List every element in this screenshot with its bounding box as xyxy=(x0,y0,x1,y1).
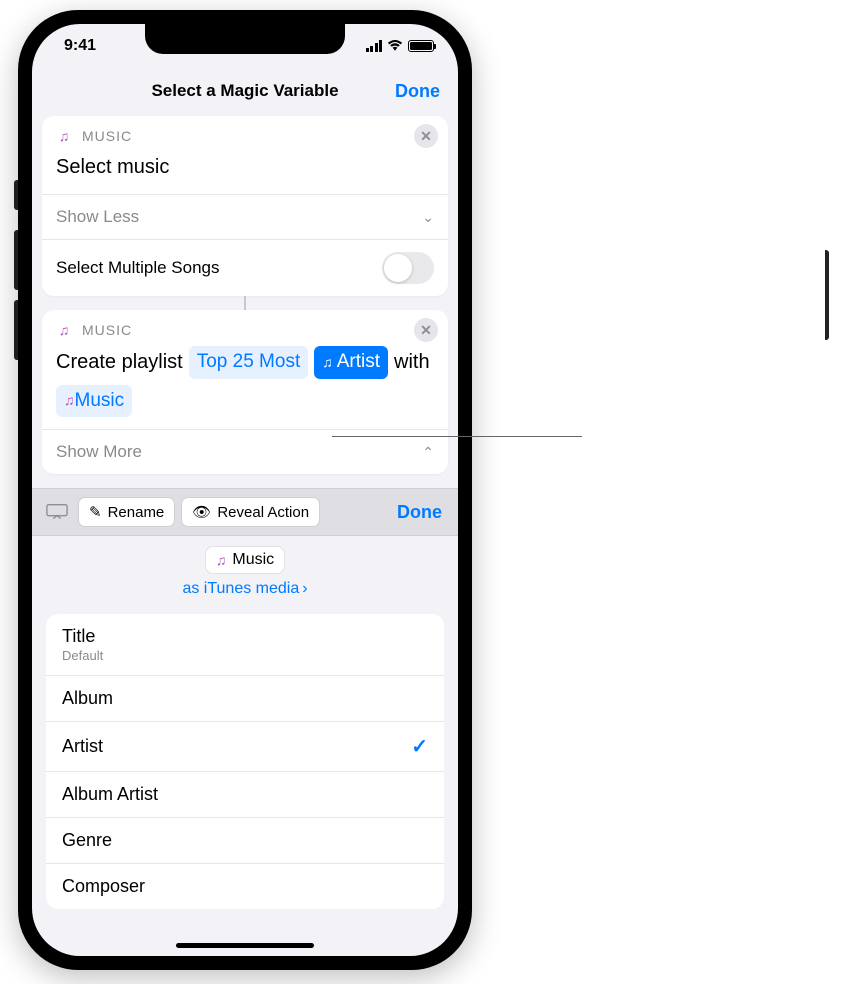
property-row[interactable]: Artist ✓ xyxy=(46,722,444,772)
variable-property-token[interactable]: ♫ Artist xyxy=(314,346,388,379)
keyboard-dismiss-button[interactable] xyxy=(42,497,72,527)
select-multiple-toggle[interactable] xyxy=(382,252,434,284)
rename-label: Rename xyxy=(108,504,165,521)
chevron-right-icon: › xyxy=(302,580,307,598)
nav-header: Select a Magic Variable Done xyxy=(32,68,458,114)
music-app-icon: ♫ xyxy=(54,320,74,340)
property-label: Genre xyxy=(62,830,112,851)
close-icon[interactable]: ✕ xyxy=(414,318,438,342)
variable-chip[interactable]: ♫ Music xyxy=(205,546,285,574)
property-label: Title xyxy=(62,626,103,647)
property-label: Artist xyxy=(62,736,103,757)
property-label: Album xyxy=(62,688,113,709)
checkmark-icon: ✓ xyxy=(411,734,428,759)
music-variable-token[interactable]: ♫ Music xyxy=(56,385,132,418)
property-label: Album Artist xyxy=(62,784,158,805)
variable-property-label: Artist xyxy=(337,348,380,377)
action-app-label: MUSIC xyxy=(82,128,132,144)
reveal-action-button[interactable]: 👁 Reveal Action xyxy=(181,497,320,527)
chevron-up-icon: ⌃ xyxy=(422,444,434,461)
callout-line xyxy=(332,436,582,437)
select-multiple-row: Select Multiple Songs xyxy=(42,239,448,296)
property-list: TitleDefault Album Artist ✓ Album Artist Genr… xyxy=(46,614,444,909)
property-label: Composer xyxy=(62,876,145,897)
close-icon[interactable]: ✕ xyxy=(414,124,438,148)
property-sublabel: Default xyxy=(62,648,103,663)
variable-info: ♫ Music as iTunes media › xyxy=(42,536,448,606)
screen: 9:41 Select a Magic Variable Done ♫ MUSI… xyxy=(32,24,458,956)
music-note-icon: ♫ xyxy=(64,390,75,411)
toolbar-done-button[interactable]: Done xyxy=(391,502,448,523)
action-title: Create playlist Top 25 Most ♫ Artist wit… xyxy=(42,344,448,429)
property-row[interactable]: Album Artist xyxy=(46,772,444,818)
action-middle: with xyxy=(394,347,430,377)
action-title: Select music xyxy=(42,150,448,194)
wifi-icon xyxy=(387,40,403,52)
music-note-icon: ♫ xyxy=(216,552,227,568)
music-variable-label: Music xyxy=(75,387,125,416)
nav-done-button[interactable]: Done xyxy=(395,81,440,102)
reveal-label: Reveal Action xyxy=(217,504,309,521)
eye-icon: 👁 xyxy=(192,503,211,521)
status-time: 9:41 xyxy=(64,37,96,55)
property-row[interactable]: Genre xyxy=(46,818,444,864)
playlist-name-token[interactable]: Top 25 Most xyxy=(189,346,309,379)
variable-name: Music xyxy=(232,551,274,569)
property-row[interactable]: TitleDefault xyxy=(46,614,444,676)
show-less-button[interactable]: Show Less ⌄ xyxy=(42,194,448,239)
notch xyxy=(145,24,345,54)
property-row[interactable]: Composer xyxy=(46,864,444,909)
action-prefix: Create playlist xyxy=(56,347,183,377)
cellular-icon xyxy=(366,40,383,52)
keyboard-toolbar: ✎ Rename 👁 Reveal Action Done xyxy=(32,488,458,536)
music-app-icon: ♫ xyxy=(54,126,74,146)
action-card-select-music: ♫ MUSIC ✕ Select music Show Less ⌄ Selec… xyxy=(42,116,448,296)
nav-title: Select a Magic Variable xyxy=(151,81,338,101)
chevron-down-icon: ⌄ xyxy=(422,209,434,226)
action-card-create-playlist: ♫ MUSIC ✕ Create playlist Top 25 Most ♫ … xyxy=(42,310,448,474)
select-multiple-label: Select Multiple Songs xyxy=(56,258,219,278)
battery-icon xyxy=(408,40,434,52)
variable-type-label: as iTunes media xyxy=(182,580,299,598)
property-row[interactable]: Album xyxy=(46,676,444,722)
variable-type-button[interactable]: as iTunes media › xyxy=(182,580,307,598)
home-indicator[interactable] xyxy=(176,943,314,948)
phone-frame: 9:41 Select a Magic Variable Done ♫ MUSI… xyxy=(18,10,472,970)
pencil-icon: ✎ xyxy=(89,503,102,521)
show-more-label: Show More xyxy=(56,442,142,462)
action-app-label: MUSIC xyxy=(82,322,132,338)
music-note-icon: ♫ xyxy=(322,352,333,373)
show-less-label: Show Less xyxy=(56,207,139,227)
rename-button[interactable]: ✎ Rename xyxy=(78,497,175,527)
